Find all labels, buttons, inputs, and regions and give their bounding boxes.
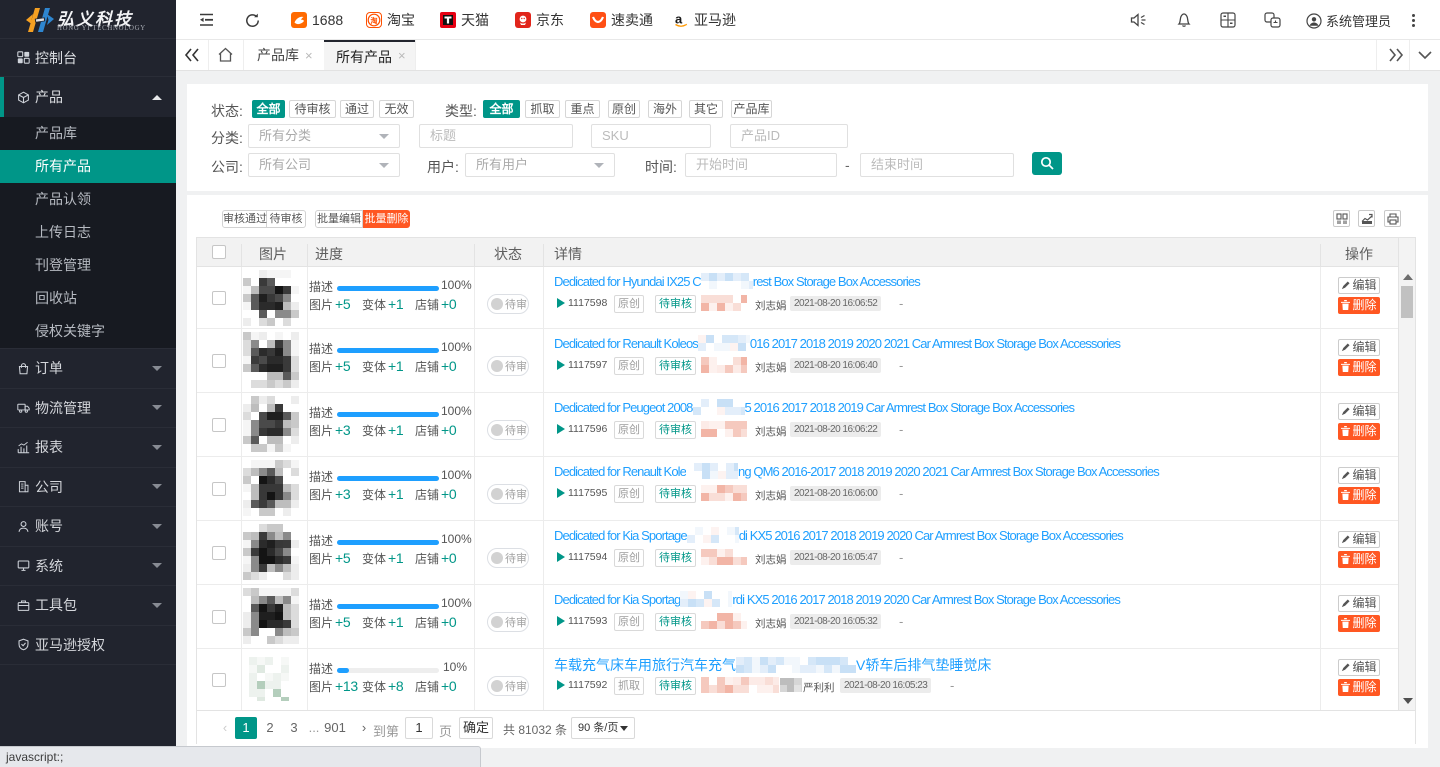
svg-text:淘: 淘 [371, 16, 378, 25]
